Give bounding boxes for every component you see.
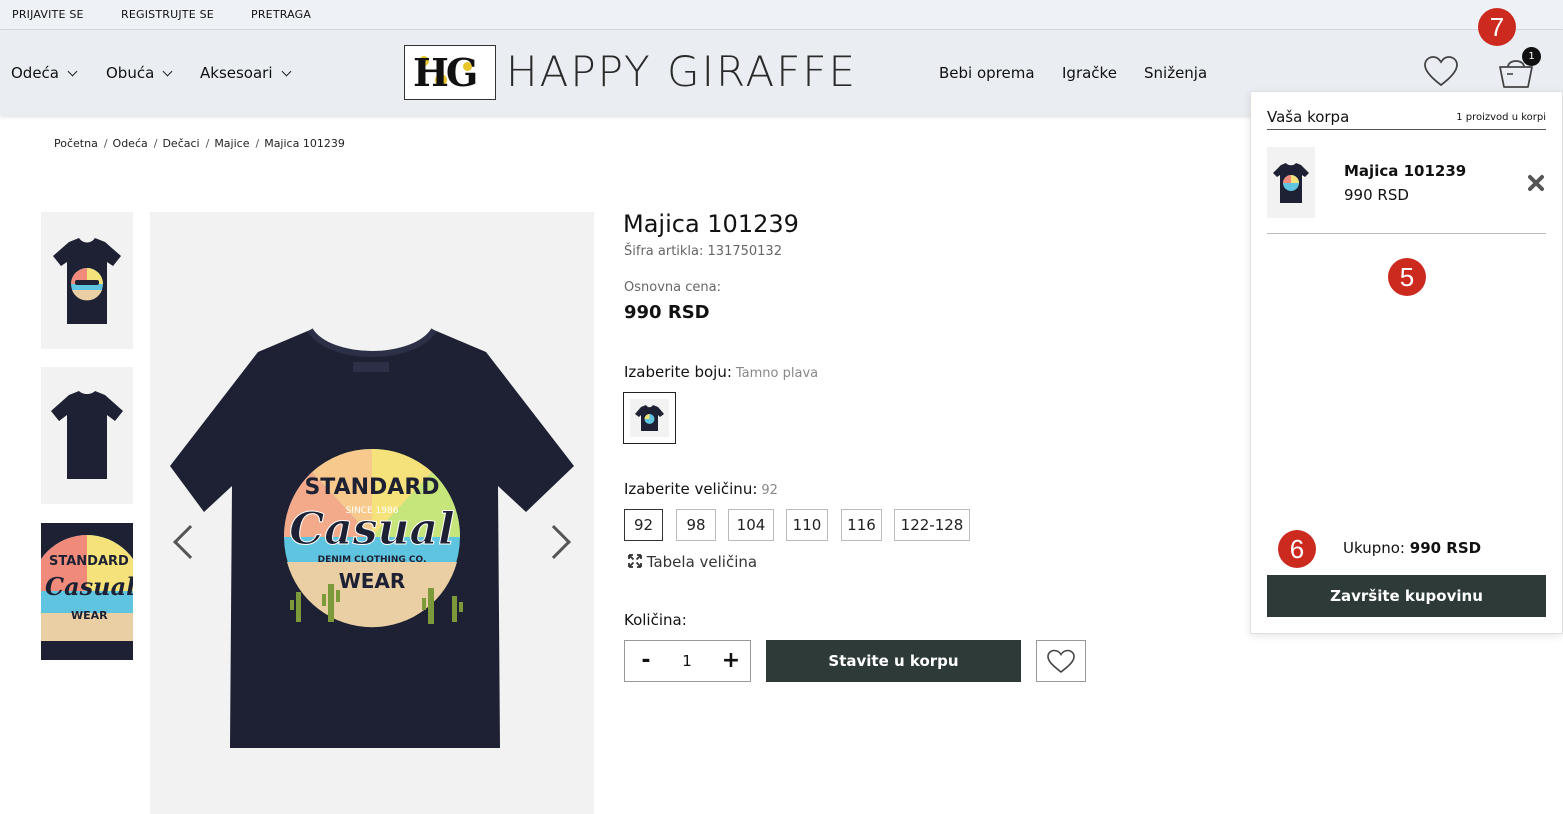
size-option-104[interactable]: 104	[728, 509, 774, 541]
nav-item-igracke[interactable]: Igračke	[1062, 64, 1117, 82]
size-option-122-128[interactable]: 122-128	[894, 509, 970, 541]
login-link[interactable]: PRIJAVITE SE	[12, 8, 84, 21]
cart-divider	[1267, 233, 1546, 234]
svg-text:Casual: Casual	[45, 572, 133, 601]
breadcrumb-item[interactable]: Majice	[214, 137, 249, 150]
cart-total-label: Ukupno:	[1343, 539, 1405, 557]
nav-item-label: Aksesoari	[200, 64, 273, 82]
remove-item-close-icon[interactable]	[1527, 174, 1545, 192]
chevron-down-icon	[281, 66, 291, 77]
color-selector-label: Izaberite boju: Tamno plava	[624, 363, 818, 381]
wishlist-heart-icon[interactable]	[1423, 55, 1459, 89]
size-table-label: Tabela veličina	[646, 553, 758, 571]
product-title: Majica 101239	[623, 210, 799, 238]
add-to-cart-button[interactable]: Stavite u korpu	[766, 640, 1021, 682]
nav-item-label: Obuća	[106, 64, 155, 82]
logo-monogram: HG	[413, 50, 478, 95]
size-option-98[interactable]: 98	[676, 509, 716, 541]
nav-item-snizenja[interactable]: Sniženja	[1144, 64, 1207, 82]
cart-item-name[interactable]: Majica 101239	[1344, 162, 1466, 180]
breadcrumb-item[interactable]: Odeća	[113, 137, 148, 150]
search-link[interactable]: PRETRAGA	[251, 8, 311, 21]
cart-divider	[1267, 129, 1546, 130]
shirt-print-script: Casual	[289, 504, 455, 555]
product-price: 990 RSD	[624, 302, 710, 323]
size-value: 92	[761, 483, 778, 498]
site-logo[interactable]: HG HAPPY GIRAFFE	[404, 45, 855, 101]
logo-monogram-box: HG	[404, 45, 496, 100]
nav-item-odeca[interactable]: Odeća	[11, 64, 78, 82]
quantity-input[interactable]: 1	[673, 652, 701, 670]
gallery-thumb-front[interactable]	[41, 212, 133, 349]
cart-title: Vaša korpa	[1267, 108, 1350, 126]
size-label: Izaberite veličinu:	[624, 480, 758, 498]
size-option-92[interactable]: 92	[624, 509, 663, 541]
svg-text:WEAR: WEAR	[71, 609, 108, 622]
size-option-110[interactable]: 110	[786, 509, 828, 541]
breadcrumb-item[interactable]: Početna	[54, 137, 98, 150]
nav-item-aksesoari[interactable]: Aksesoari	[200, 64, 291, 82]
heart-icon	[1047, 649, 1075, 674]
quantity-plus-button[interactable]: +	[720, 649, 742, 673]
shirt-print-bottom: WEAR	[339, 569, 406, 593]
nav-item-label: Odeća	[11, 64, 59, 82]
checkout-button[interactable]: Završite kupovinu	[1267, 575, 1546, 617]
svg-text:STANDARD: STANDARD	[49, 554, 129, 569]
cart-item-thumbnail[interactable]	[1267, 147, 1315, 218]
shirt-print-brand: DENIM CLOTHING CO.	[318, 555, 427, 565]
color-swatch-tamno-plava[interactable]	[623, 392, 676, 444]
breadcrumb-item[interactable]: Dečaci	[162, 137, 199, 150]
cart-total-value: 990 RSD	[1409, 539, 1482, 557]
gallery-thumb-detail[interactable]: STANDARD Casual WEAR	[41, 523, 133, 660]
product-main-image: STANDARD SINCE 1986 Casual DENIM CLOTHIN…	[150, 212, 594, 814]
color-value: Tamno plava	[735, 366, 819, 381]
cart-item-count: 1 proizvod u korpi	[1456, 112, 1546, 123]
nav-item-bebi-oprema[interactable]: Bebi oprema	[939, 64, 1035, 82]
logo-text: HAPPY GIRAFFE	[506, 47, 858, 96]
annotation-marker: 5	[1388, 258, 1426, 296]
cart-count-badge: 1	[1522, 47, 1541, 66]
quantity-stepper: - 1 +	[624, 640, 751, 682]
color-label: Izaberite boju:	[624, 363, 732, 381]
nav-item-obuca[interactable]: Obuća	[106, 64, 173, 82]
shirt-print-top: STANDARD	[304, 475, 439, 500]
expand-icon	[628, 554, 642, 568]
gallery-thumb-back[interactable]	[41, 367, 133, 504]
breadcrumb: Početna / Odeća / Dečaci / Majice / Majica 10123…	[54, 137, 345, 150]
price-label: Osnovna cena:	[624, 280, 721, 295]
annotation-marker: 7	[1478, 8, 1516, 46]
add-to-wishlist-button[interactable]	[1036, 640, 1086, 682]
top-utility-bar: PRIJAVITE SE REGISTRUJTE SE PRETRAGA	[0, 0, 1563, 30]
register-link[interactable]: REGISTRUJTE SE	[121, 8, 214, 21]
quantity-label: Količina:	[624, 611, 687, 629]
chevron-down-icon	[162, 66, 173, 77]
size-table-link[interactable]: Tabela veličina	[628, 553, 757, 571]
cart-item-price: 990 RSD	[1344, 186, 1409, 204]
chevron-down-icon	[67, 66, 78, 77]
size-option-116[interactable]: 116	[841, 509, 882, 541]
annotation-marker: 6	[1278, 530, 1316, 568]
cart-total: Ukupno: 990 RSD	[1343, 539, 1481, 557]
product-sku: Šifra artikla: 131750132	[624, 244, 782, 259]
breadcrumb-current: Majica 101239	[264, 137, 345, 150]
size-selector-label: Izaberite veličinu: 92	[624, 480, 778, 498]
quantity-minus-button[interactable]: -	[635, 649, 657, 673]
